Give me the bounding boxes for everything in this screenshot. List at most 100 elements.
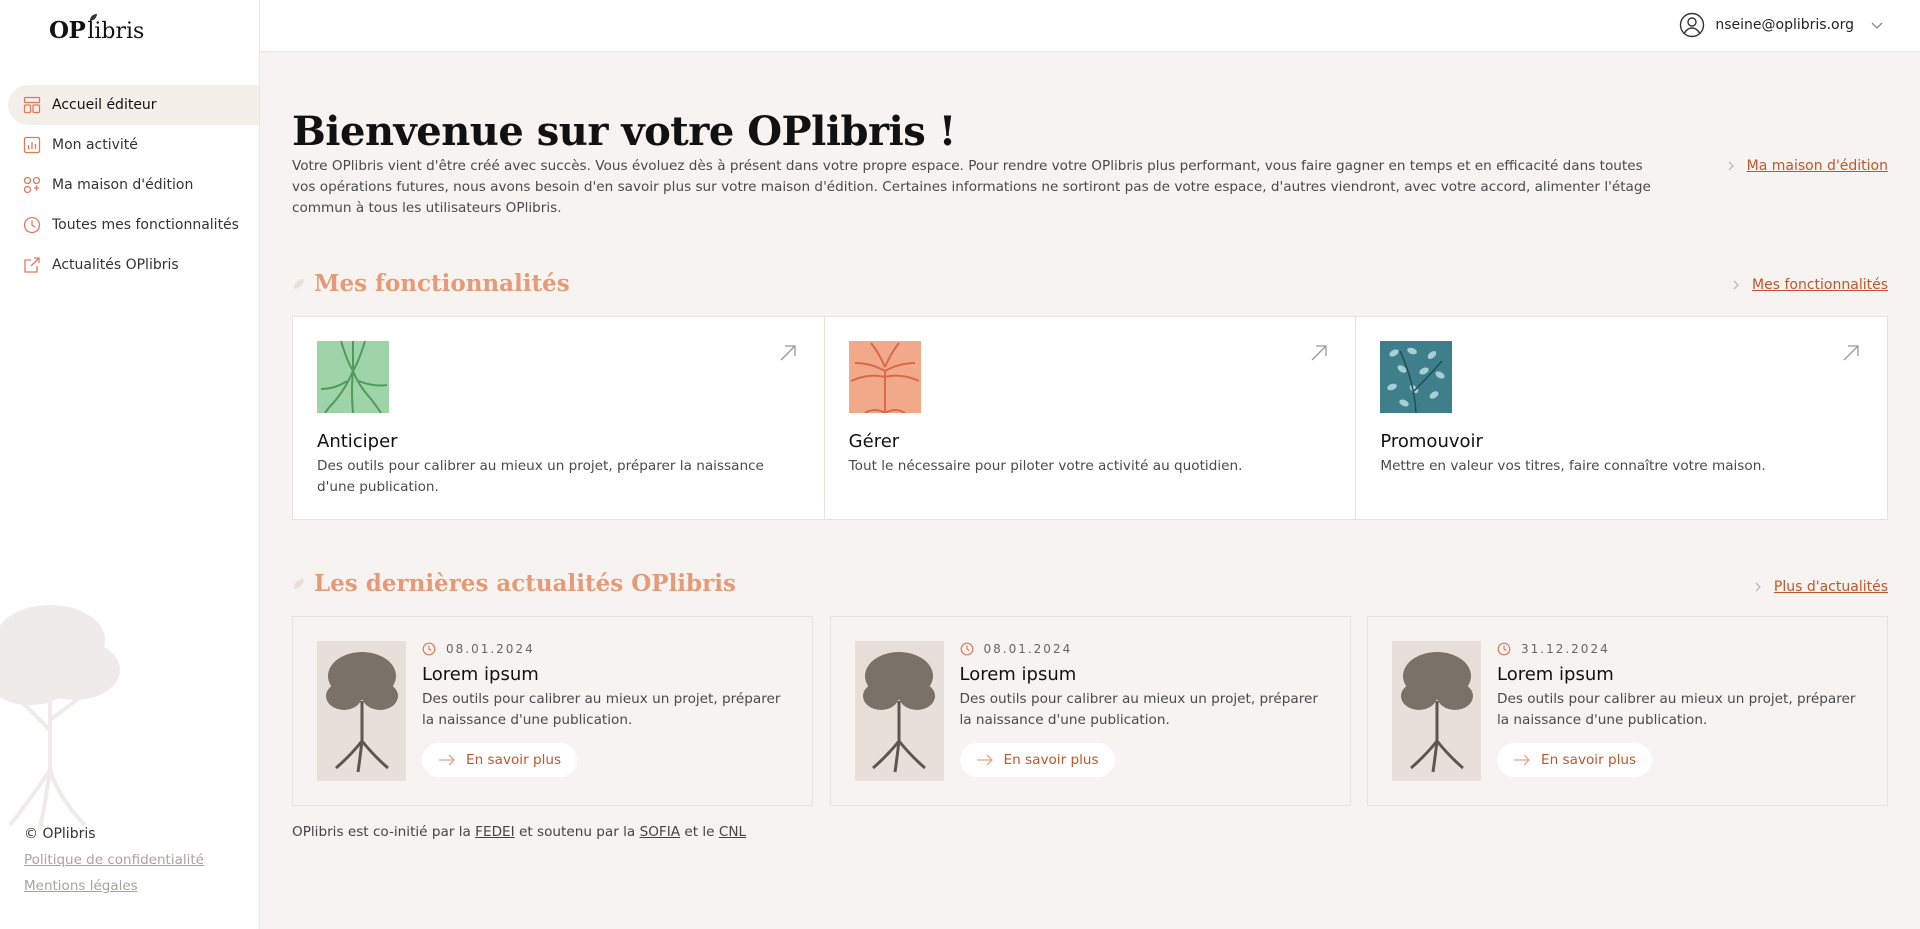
sidebar-item-maison[interactable]: Ma maison d'édition	[8, 165, 259, 205]
news-thumbnail	[317, 641, 406, 781]
news-date: 31.12.2024	[1497, 642, 1863, 656]
arrow-right-icon	[1514, 754, 1530, 766]
feature-title: Promouvoir	[1380, 431, 1483, 452]
news-date: 08.01.2024	[960, 642, 1326, 656]
sidebar-item-accueil[interactable]: Accueil éditeur	[8, 85, 259, 125]
news-title: Lorem ipsum	[422, 664, 539, 685]
user-menu[interactable]: nseine@oplibris.org	[1679, 12, 1884, 38]
dashboard-icon	[22, 95, 42, 115]
logo-libris: libris	[87, 13, 145, 44]
news-thumbnail	[1392, 641, 1481, 781]
chevron-right-icon	[1728, 161, 1734, 171]
house-icon	[22, 175, 42, 195]
page-title: Bienvenue sur votre OPlibris !	[292, 108, 956, 155]
news-title: Lorem ipsum	[959, 664, 1077, 685]
user-email: nseine@oplibris.org	[1715, 17, 1854, 33]
news-row: 08.01.2024 Lorem ipsum Des outils pour c…	[292, 616, 1888, 806]
features-link[interactable]: Mes fonctionnalités	[1730, 277, 1888, 293]
clock-icon	[960, 642, 973, 656]
sidebar-item-label: Toutes mes fonctionnalités	[52, 217, 239, 233]
feature-title: Gérer	[848, 431, 900, 452]
news-desc: Des outils pour calibrer au mieux un pro…	[422, 691, 781, 728]
topbar: nseine@oplibris.org	[260, 0, 1920, 52]
features-row: Anticiper Des outils pour calibrer au mi…	[292, 316, 1888, 520]
chevron-right-icon	[1755, 582, 1761, 592]
arrow-up-right-icon	[1843, 345, 1859, 361]
cnl-link[interactable]: CNL	[719, 824, 746, 840]
feature-desc: Tout le nécessaire pour piloter votre ac…	[848, 458, 1243, 474]
leaf-icon	[294, 278, 304, 289]
tree-illustration-icon	[325, 652, 398, 773]
chevron-right-icon	[1733, 280, 1739, 290]
chart-icon	[22, 135, 42, 155]
news-body: 08.01.2024 Lorem ipsum Des outils pour c…	[422, 641, 788, 781]
read-more-label: En savoir plus	[1541, 752, 1637, 768]
read-more-button[interactable]: En savoir plus	[1497, 743, 1653, 777]
maison-link-label: Ma maison d'édition	[1746, 158, 1888, 174]
chevron-down-icon	[1871, 22, 1883, 29]
read-more-label: En savoir plus	[1003, 752, 1099, 768]
arrow-right-icon	[976, 754, 993, 766]
sidebar-item-label: Accueil éditeur	[52, 97, 157, 113]
more-news-link[interactable]: Plus d'actualités	[1752, 579, 1888, 595]
clock-icon	[22, 215, 42, 235]
tree-illustration-icon	[1400, 652, 1473, 773]
sofia-link[interactable]: SOFIA	[640, 824, 680, 840]
feature-card-anticiper[interactable]: Anticiper Des outils pour calibrer au mi…	[293, 317, 825, 519]
logo-libris-text: libris	[87, 19, 145, 44]
logo[interactable]: OP libris	[49, 10, 144, 44]
sidebar-nav: Accueil éditeur Mon activité Ma maison d…	[8, 85, 259, 285]
partners-text: et le	[684, 824, 715, 840]
news-date-text: 31.12.2024	[1521, 642, 1610, 656]
read-more-button[interactable]: En savoir plus	[959, 743, 1115, 777]
roots-green-illustration-icon	[317, 340, 389, 414]
leaves-teal-illustration-icon	[1380, 341, 1453, 414]
tree-decoration-icon	[0, 605, 120, 829]
partners-text: OPlibris est co-initié par la	[292, 824, 471, 840]
news-body: 31.12.2024 Lorem ipsum Des outils pour c…	[1497, 641, 1863, 781]
news-desc: Des outils pour calibrer au mieux un pro…	[1497, 691, 1856, 728]
clock-icon	[1497, 642, 1511, 656]
news-date-text: 08.01.2024	[983, 642, 1073, 656]
sidebar-item-label: Ma maison d'édition	[52, 177, 194, 193]
logo-op: OP	[49, 17, 86, 44]
sidebar-item-fonctionnalites[interactable]: Toutes mes fonctionnalités	[8, 205, 259, 245]
feature-desc: Des outils pour calibrer au mieux un pro…	[317, 458, 764, 495]
news-card: 31.12.2024 Lorem ipsum Des outils pour c…	[1367, 616, 1888, 806]
arrow-right-icon	[439, 754, 455, 766]
arrow-up-right-icon	[780, 345, 796, 361]
intro-text: Votre OPlibris vient d'être créé avec su…	[292, 158, 1651, 216]
leaf-icon	[294, 578, 304, 589]
clock-icon	[422, 642, 436, 656]
news-card: 08.01.2024 Lorem ipsum Des outils pour c…	[829, 616, 1351, 806]
news-desc: Des outils pour calibrer au mieux un pro…	[959, 691, 1319, 728]
sidebar-footer: © OPlibris Politique de confidentialité …	[24, 826, 204, 904]
maison-link[interactable]: Ma maison d'édition	[1725, 158, 1888, 174]
features-section-title: Mes fonctionnalités	[292, 270, 570, 297]
sidebar-item-label: Mon activité	[52, 137, 138, 153]
fedei-link[interactable]: FEDEI	[475, 824, 514, 840]
news-title-text: Les dernières actualités OPlibris	[314, 570, 736, 597]
sidebar-item-actualites[interactable]: Actualités OPlibris	[8, 245, 259, 285]
features-title-text: Mes fonctionnalités	[314, 270, 570, 297]
news-section-title: Les dernières actualités OPlibris	[292, 570, 736, 597]
feature-card-promouvoir[interactable]: Promouvoir Mettre en valeur vos titres, …	[1356, 317, 1887, 519]
news-date-text: 08.01.2024	[446, 642, 535, 656]
legal-link[interactable]: Mentions légales	[24, 878, 204, 894]
sidebar-item-label: Actualités OPlibris	[52, 257, 179, 273]
news-thumbnail	[854, 641, 944, 781]
external-link-icon	[22, 255, 42, 275]
features-link-label: Mes fonctionnalités	[1752, 277, 1888, 293]
logo-leaf-icon	[90, 13, 98, 22]
read-more-button[interactable]: En savoir plus	[422, 743, 578, 777]
feature-card-gerer[interactable]: Gérer Tout le nécessaire pour piloter vo…	[825, 317, 1357, 519]
user-avatar-icon	[1680, 12, 1705, 38]
read-more-label: En savoir plus	[466, 752, 562, 768]
sidebar-item-activite[interactable]: Mon activité	[8, 125, 259, 165]
privacy-link[interactable]: Politique de confidentialité	[24, 852, 204, 868]
news-body: 08.01.2024 Lorem ipsum Des outils pour c…	[959, 641, 1326, 781]
partners-line: OPlibris est co-initié par la FEDEI et s…	[292, 824, 746, 840]
more-news-label: Plus d'actualités	[1773, 579, 1888, 595]
sidebar: OP libris Accueil éditeur Mon activité M…	[0, 0, 260, 929]
news-date: 08.01.2024	[422, 642, 788, 656]
